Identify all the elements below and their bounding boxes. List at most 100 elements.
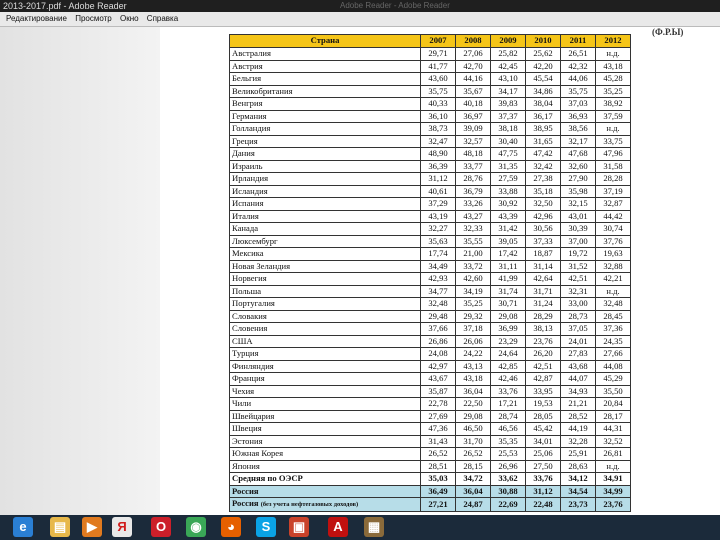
menu-help[interactable]: Справка bbox=[147, 12, 178, 26]
value-cell: 30,39 bbox=[560, 222, 596, 236]
value-cell: 42,60 bbox=[455, 272, 491, 286]
value-cell: 37,00 bbox=[560, 234, 596, 248]
file-explorer-icon[interactable]: ▤ bbox=[50, 517, 70, 537]
menu-edit[interactable]: Редактирование bbox=[6, 12, 67, 26]
value-cell: 18,87 bbox=[525, 247, 561, 261]
value-cell: 43,39 bbox=[490, 209, 526, 223]
value-cell: 32,57 bbox=[455, 134, 491, 148]
value-cell: 34,01 bbox=[525, 434, 561, 448]
value-cell: 32,88 bbox=[595, 259, 631, 273]
file-explorer-glyph: ▤ bbox=[53, 519, 67, 534]
chrome-icon[interactable]: ◉ bbox=[186, 517, 206, 537]
menu-window[interactable]: Окно bbox=[120, 12, 139, 26]
value-cell: 24,35 bbox=[595, 334, 631, 348]
firefox-icon[interactable]: ◕ bbox=[221, 517, 241, 537]
value-cell: 38,73 bbox=[420, 122, 456, 136]
country-cell: Швеция bbox=[229, 422, 421, 436]
header-country: Страна bbox=[229, 34, 421, 48]
value-cell: 25,82 bbox=[490, 47, 526, 61]
country-cell: Чехия bbox=[229, 384, 421, 398]
value-cell: 28,45 bbox=[595, 309, 631, 323]
value-cell: 26,06 bbox=[455, 334, 491, 348]
opera-glyph: O bbox=[155, 519, 167, 534]
media-player-icon[interactable]: ▶ bbox=[82, 517, 102, 537]
value-cell: 40,33 bbox=[420, 97, 456, 111]
chrome-glyph: ◉ bbox=[190, 519, 202, 534]
header-2007: 2007 bbox=[420, 34, 456, 48]
pdf-app-icon[interactable]: ▣ bbox=[289, 517, 309, 537]
value-cell: 34,49 bbox=[420, 259, 456, 273]
table-row: Венгрия 40,33 40,18 39,83 38,04 37,03 38,92 bbox=[229, 97, 631, 111]
table-row: Новая Зеландия 34,49 33,72 31,11 31,14 31,52 3… bbox=[229, 259, 631, 273]
country-cell: Япония bbox=[229, 459, 421, 473]
country-cell: Дания bbox=[229, 147, 421, 161]
value-cell: 28,15 bbox=[455, 459, 491, 473]
country-cell: Россия (без учета нефтегазовых доходов) bbox=[229, 497, 421, 512]
value-cell: 29,71 bbox=[420, 47, 456, 61]
table-row: Голландия 38,73 39,09 38,18 38,95 38,56 н.д. bbox=[229, 122, 631, 136]
value-cell: 32,48 bbox=[595, 297, 631, 311]
value-cell: 28,17 bbox=[595, 409, 631, 423]
country-cell: Австрия bbox=[229, 59, 421, 73]
value-cell: 42,64 bbox=[525, 272, 561, 286]
adobe-reader-icon[interactable]: A bbox=[328, 517, 348, 537]
value-cell: 29,08 bbox=[490, 309, 526, 323]
value-cell: 42,93 bbox=[420, 272, 456, 286]
table-row: Дания 48,90 48,18 47,75 47,42 47,68 47,96 bbox=[229, 147, 631, 161]
value-cell: 31,71 bbox=[525, 284, 561, 298]
yandex-browser-icon[interactable]: Я bbox=[112, 517, 132, 537]
value-cell: 34,99 bbox=[595, 484, 631, 498]
value-cell: 33,76 bbox=[490, 384, 526, 398]
country-cell: Австралия bbox=[229, 47, 421, 61]
opera-icon[interactable]: O bbox=[151, 517, 171, 537]
table-row: Швейцария 27,69 29,08 28,74 28,05 28,52 28,17 bbox=[229, 409, 631, 423]
value-cell: 44,08 bbox=[595, 359, 631, 373]
value-cell: 44,07 bbox=[560, 372, 596, 386]
value-cell: 31,14 bbox=[525, 259, 561, 273]
value-cell: 43,01 bbox=[560, 209, 596, 223]
value-cell: 34,93 bbox=[560, 384, 596, 398]
value-cell: 35,98 bbox=[560, 184, 596, 198]
archive-icon[interactable]: ▦ bbox=[364, 517, 384, 537]
country-cell: Эстония bbox=[229, 434, 421, 448]
value-cell: 37,19 bbox=[595, 184, 631, 198]
internet-explorer-icon[interactable]: e bbox=[13, 517, 33, 537]
value-cell: 24,87 bbox=[455, 497, 491, 512]
value-cell: 36,04 bbox=[455, 484, 491, 498]
value-cell: 30,40 bbox=[490, 134, 526, 148]
table-row: Ирландия 31,12 28,76 27,59 27,38 27,90 28,28 bbox=[229, 172, 631, 186]
value-cell: 34,77 bbox=[420, 284, 456, 298]
value-cell: 44,19 bbox=[560, 422, 596, 436]
table-row: Франция 43,67 43,18 42,46 42,87 44,07 45,29 bbox=[229, 372, 631, 386]
value-cell: 32,60 bbox=[560, 159, 596, 173]
unit-label: (Ф.Р.Ы) bbox=[652, 27, 684, 37]
country-cell: Греция bbox=[229, 134, 421, 148]
value-cell: 27,90 bbox=[560, 172, 596, 186]
menu-view[interactable]: Просмотр bbox=[75, 12, 112, 26]
value-cell: 38,56 bbox=[560, 122, 596, 136]
value-cell: н.д. bbox=[595, 284, 631, 298]
value-cell: 47,42 bbox=[525, 147, 561, 161]
skype-icon[interactable]: S bbox=[256, 517, 276, 537]
table-row: Чехия 35,87 36,04 33,76 33,95 34,93 35,50 bbox=[229, 384, 631, 398]
value-cell: 23,76 bbox=[595, 497, 631, 512]
value-cell: 32,52 bbox=[595, 434, 631, 448]
value-cell: 28,05 bbox=[525, 409, 561, 423]
adobe-reader-glyph: A bbox=[333, 519, 343, 534]
value-cell: 28,52 bbox=[560, 409, 596, 423]
value-cell: 42,85 bbox=[490, 359, 526, 373]
country-cell: Финляндия bbox=[229, 359, 421, 373]
value-cell: 43,13 bbox=[455, 359, 491, 373]
value-cell: 26,96 bbox=[490, 459, 526, 473]
value-cell: 39,09 bbox=[455, 122, 491, 136]
value-cell: 32,17 bbox=[560, 134, 596, 148]
value-cell: 48,18 bbox=[455, 147, 491, 161]
value-cell: 42,97 bbox=[420, 359, 456, 373]
value-cell: 38,04 bbox=[525, 97, 561, 111]
country-cell: Италия bbox=[229, 209, 421, 223]
window-title-ghost: Adobe Reader - Adobe Reader bbox=[340, 1, 450, 10]
value-cell: 31,42 bbox=[490, 222, 526, 236]
value-cell: 19,53 bbox=[525, 397, 561, 411]
table-row: США 26,86 26,06 23,29 23,76 24,01 24,35 bbox=[229, 334, 631, 348]
value-cell: 33,00 bbox=[560, 297, 596, 311]
